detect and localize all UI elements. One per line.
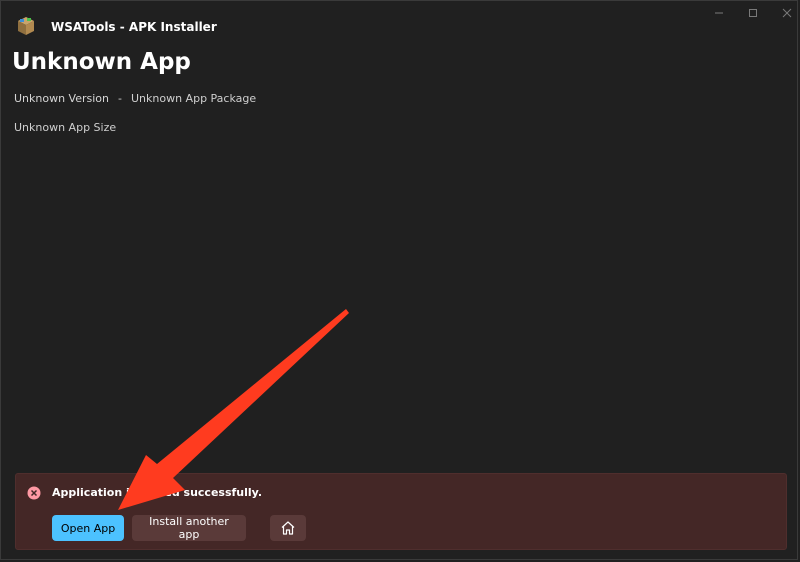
home-icon: [281, 521, 295, 535]
open-app-button[interactable]: Open App: [52, 515, 124, 541]
app-meta-line: Unknown Version - Unknown App Package: [14, 92, 256, 105]
window-title: WSATools - APK Installer: [51, 20, 217, 34]
app-name-heading: Unknown App: [12, 49, 191, 75]
error-icon: [27, 486, 41, 500]
app-version: Unknown Version: [14, 92, 110, 105]
meta-separator: -: [118, 92, 122, 105]
app-package: Unknown App Package: [131, 92, 257, 105]
close-icon: [782, 8, 792, 18]
app-logo-icon: [18, 17, 34, 35]
home-button[interactable]: [270, 515, 306, 541]
app-size: Unknown App Size: [14, 121, 117, 134]
minimize-button[interactable]: [701, 3, 737, 23]
title-bar[interactable]: WSATools - APK Installer: [1, 1, 797, 41]
minimize-icon: [715, 12, 723, 14]
status-message: Application installed successfully.: [52, 486, 262, 499]
status-infobar: Application installed successfully. Open…: [15, 473, 787, 550]
maximize-icon: [749, 9, 757, 17]
install-another-app-button[interactable]: Install another app: [132, 515, 246, 541]
maximize-button[interactable]: [735, 3, 771, 23]
app-window: WSATools - APK Installer Unknown App Unk…: [0, 0, 798, 560]
close-button[interactable]: [769, 3, 800, 23]
